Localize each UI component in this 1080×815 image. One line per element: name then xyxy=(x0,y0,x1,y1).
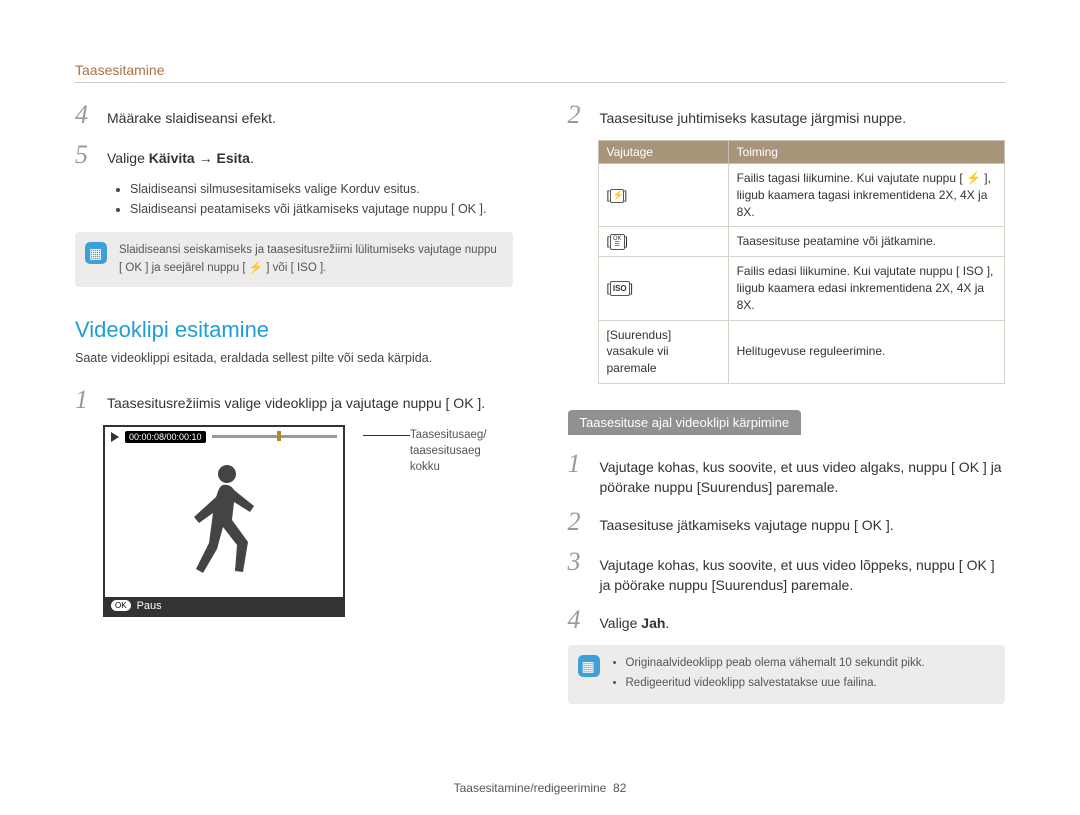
note-box: Originaalvideoklipp peab olema vähemalt … xyxy=(568,645,1006,704)
note-box: Slaidiseansi seiskamiseks ja taasesitusr… xyxy=(75,232,513,287)
desc-cell: Taasesituse peatamine või jätkamine. xyxy=(728,227,1004,257)
step-text: Vajutage kohas, kus soovite, et uus vide… xyxy=(600,458,1006,497)
note-list: Originaalvideoklipp peab olema vähemalt … xyxy=(612,655,992,692)
callout: Taasesitusaeg/ taasesitusaeg kokku xyxy=(363,425,513,475)
table-row: [ISO] Failis edasi liikumine. Kui vajuta… xyxy=(598,257,1005,320)
step-text: Valige Käivita → Esita. xyxy=(107,149,513,169)
key-cell: [] xyxy=(598,164,728,227)
th-press: Vajutage xyxy=(598,141,728,164)
step-2-right: 2 Taasesituse juhtimiseks kasutage järgm… xyxy=(568,100,1006,130)
progress-bar xyxy=(212,435,337,438)
crop-step-4: 4 Valige Jah. xyxy=(568,605,1006,635)
list-item: Slaidiseansi peatamiseks või jätkamiseks… xyxy=(130,200,513,218)
table-header-row: Vajutage Toiming xyxy=(598,141,1005,164)
crop-step-1: 1 Vajutage kohas, kus soovite, et uus vi… xyxy=(568,449,1006,497)
section-bar: Taasesitamine xyxy=(75,62,1005,83)
crop-step-3: 3 Vajutage kohas, kus soovite, et uus vi… xyxy=(568,547,1006,595)
table-row: [Suurendus] vasakule vii paremale Helitu… xyxy=(598,320,1005,383)
step-number: 3 xyxy=(568,547,586,577)
left-column: 4 Määrake slaidiseansi efekt. 5 Valige K… xyxy=(75,100,513,724)
section-title: Taasesitamine xyxy=(75,62,165,78)
key-cell: [Suurendus] vasakule vii paremale xyxy=(598,320,728,383)
play-icon xyxy=(111,432,119,442)
step-text: Määrake slaidiseansi efekt. xyxy=(107,109,513,129)
paus-label: Paus xyxy=(137,600,162,612)
list-item: Redigeeritud videoklipp salvestatakse uu… xyxy=(626,675,992,692)
dancer-silhouette xyxy=(175,459,275,589)
step-number: 1 xyxy=(75,385,93,415)
step-text: Taasesituse juhtimiseks kasutage järgmis… xyxy=(600,109,1006,129)
screen-top-bar: 00:00:08/00:00:10 xyxy=(105,427,343,447)
callout-line xyxy=(363,435,410,436)
time-display: 00:00:08/00:00:10 xyxy=(125,431,206,443)
two-column-layout: 4 Määrake slaidiseansi efekt. 5 Valige K… xyxy=(75,100,1005,724)
table-row: [] Taasesituse peatamine või jätkamine. xyxy=(598,227,1005,257)
footer-text: Taasesitamine/redigeerimine xyxy=(454,781,607,795)
page-footer: Taasesitamine/redigeerimine 82 xyxy=(0,781,1080,795)
desc-cell: Helitugevuse reguleerimine. xyxy=(728,320,1004,383)
desc-cell: Failis tagasi liikumine. Kui vajutate nu… xyxy=(728,164,1004,227)
step-number: 4 xyxy=(75,100,93,130)
list-item: Slaidiseansi silmusesitamiseks valige Ko… xyxy=(130,180,513,198)
note-text: Slaidiseansi seiskamiseks ja taasesitusr… xyxy=(119,244,497,273)
desc-cell: Failis edasi liikumine. Kui vajutate nup… xyxy=(728,257,1004,320)
right-column: 2 Taasesituse juhtimiseks kasutage järgm… xyxy=(568,100,1006,724)
bullet-list: Slaidiseansi silmusesitamiseks valige Ko… xyxy=(75,180,513,218)
step-text: Vajutage kohas, kus soovite, et uus vide… xyxy=(600,556,1006,595)
step-number: 2 xyxy=(568,100,586,130)
step-number: 5 xyxy=(75,140,93,170)
callout-text: Taasesitusaeg/ taasesitusaeg kokku xyxy=(410,427,513,475)
step-5: 5 Valige Käivita → Esita. xyxy=(75,140,513,170)
note-icon xyxy=(85,242,107,264)
screen-bottom-bar: OK Paus xyxy=(105,597,343,615)
heading-video: Videoklipi esitamine xyxy=(75,317,513,343)
note-icon xyxy=(578,655,600,677)
step-number: 4 xyxy=(568,605,586,635)
step-1: 1 Taasesitusrežiimis valige videoklipp j… xyxy=(75,385,513,415)
th-action: Toiming xyxy=(728,141,1004,164)
step-text: Taasesituse jätkamiseks vajutage nuppu [… xyxy=(600,516,1006,536)
key-cell: [] xyxy=(598,227,728,257)
screenshot-wrapper: 00:00:08/00:00:10 OK Paus Taasesitusaeg/… xyxy=(103,425,513,617)
step-number: 1 xyxy=(568,449,586,479)
controls-table: Vajutage Toiming [] Failis tagasi liikum… xyxy=(598,140,1006,384)
list-item: Originaalvideoklipp peab olema vähemalt … xyxy=(626,655,992,672)
step-text: Valige Jah. xyxy=(600,614,1006,634)
key-cell: [ISO] xyxy=(598,257,728,320)
video-screen: 00:00:08/00:00:10 OK Paus xyxy=(103,425,345,617)
heading-subtext: Saate videoklippi esitada, eraldada sell… xyxy=(75,351,513,365)
flash-icon xyxy=(610,189,624,203)
crop-step-2: 2 Taasesituse jätkamiseks vajutage nuppu… xyxy=(568,507,1006,537)
ok-badge: OK xyxy=(111,600,131,611)
subsection-header: Taasesituse ajal videoklipi kärpimine xyxy=(568,410,802,435)
page-number: 82 xyxy=(613,781,626,795)
step-4: 4 Määrake slaidiseansi efekt. xyxy=(75,100,513,130)
video-frame xyxy=(105,447,343,597)
step-text: Taasesitusrežiimis valige videoklipp ja … xyxy=(107,394,513,414)
ok-icon xyxy=(610,234,625,250)
table-row: [] Failis tagasi liikumine. Kui vajutate… xyxy=(598,164,1005,227)
iso-icon: ISO xyxy=(610,281,630,296)
step-number: 2 xyxy=(568,507,586,537)
